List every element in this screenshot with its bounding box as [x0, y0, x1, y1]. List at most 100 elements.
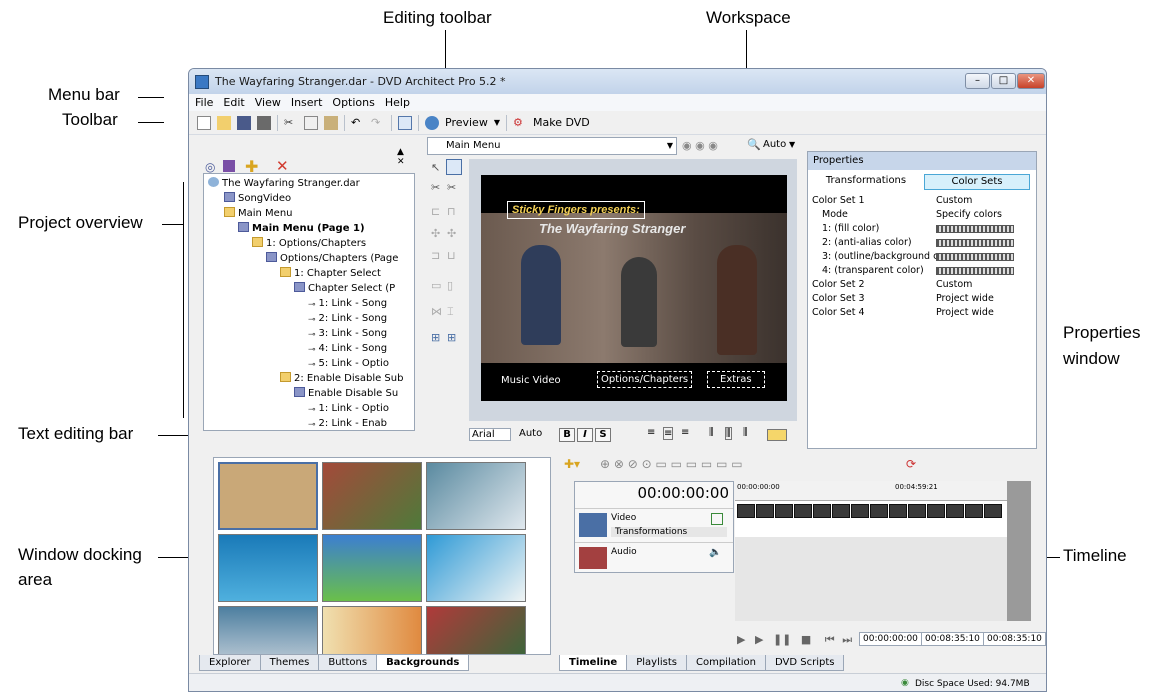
- play-from-start-icon[interactable]: ▶: [737, 633, 745, 646]
- video-frame[interactable]: [965, 504, 983, 518]
- video-frame[interactable]: [756, 504, 774, 518]
- video-frame[interactable]: [737, 504, 755, 518]
- center-v-icon[interactable]: ✣: [447, 227, 456, 240]
- video-frame[interactable]: [775, 504, 793, 518]
- align-bottom-icon[interactable]: ⊔: [447, 249, 456, 262]
- tree-item[interactable]: ⊸ 2: Link - Song: [208, 311, 410, 326]
- video-frame[interactable]: [889, 504, 907, 518]
- background-thumbnail[interactable]: [426, 462, 526, 530]
- align-center-text-icon[interactable]: ≡: [663, 427, 674, 440]
- video-frame[interactable]: [908, 504, 926, 518]
- zoom-select[interactable]: Auto: [763, 139, 786, 150]
- space-h-icon[interactable]: ⋈: [431, 305, 442, 318]
- same-width-icon[interactable]: ▭: [431, 279, 441, 292]
- tree-item[interactable]: The Wayfaring Stranger.dar: [208, 176, 410, 191]
- tree-item[interactable]: Main Menu (Page 1): [208, 221, 410, 236]
- prev-icon[interactable]: ⏮: [825, 633, 835, 646]
- same-height-icon[interactable]: ▯: [447, 279, 453, 292]
- save-icon[interactable]: [237, 115, 251, 130]
- center-h-icon[interactable]: ✣: [431, 227, 440, 240]
- property-row[interactable]: 1: (fill color): [808, 222, 1036, 236]
- timeline-refresh-icon[interactable]: ⟳: [906, 457, 916, 471]
- paste-icon[interactable]: [324, 115, 338, 130]
- tab-explorer[interactable]: Explorer: [199, 655, 261, 671]
- redo-icon[interactable]: ↷: [371, 116, 385, 130]
- color-swatch[interactable]: [936, 252, 1014, 261]
- timeline-tools-icon[interactable]: ⊕ ⊗ ⊘ ⊙ ▭ ▭ ▭ ▭ ▭ ▭: [600, 457, 743, 471]
- valign-icon[interactable]: ⫼: [709, 427, 714, 438]
- menu-edit[interactable]: Edit: [223, 96, 244, 109]
- target-icon[interactable]: ◎: [205, 160, 215, 174]
- minimize-button[interactable]: –: [965, 73, 990, 89]
- tree-item[interactable]: Main Menu: [208, 206, 410, 221]
- property-row[interactable]: Mode Specify colors: [808, 208, 1036, 222]
- background-thumbnail[interactable]: [322, 534, 422, 602]
- video-frame[interactable]: [870, 504, 888, 518]
- background-thumbnail[interactable]: [218, 534, 318, 602]
- tree-item[interactable]: ⊸ 5: Link - Optio: [208, 356, 410, 371]
- background-thumbnail[interactable]: [322, 606, 422, 654]
- speaker-icon[interactable]: 🔈: [709, 547, 721, 558]
- align-right-text-icon[interactable]: ≡: [681, 427, 689, 438]
- workspace-canvas[interactable]: Sticky Fingers presents: The Wayfaring S…: [469, 159, 797, 421]
- menu-options[interactable]: Options: [332, 96, 374, 109]
- align-left-text-icon[interactable]: ≡: [647, 427, 655, 438]
- menu-view[interactable]: View: [255, 96, 281, 109]
- video-frame[interactable]: [927, 504, 945, 518]
- tree-item[interactable]: ⊸ 4: Link - Song: [208, 341, 410, 356]
- property-row[interactable]: 4: (transparent color): [808, 264, 1036, 278]
- tab-transformations[interactable]: Transformations: [814, 174, 918, 190]
- background-thumbnail[interactable]: [218, 462, 318, 530]
- preview-dropdown-icon[interactable]: ▼: [494, 118, 500, 127]
- preview-icon[interactable]: [425, 115, 439, 130]
- color-swatch[interactable]: [936, 224, 1014, 233]
- open-icon[interactable]: [217, 115, 231, 130]
- background-thumbnail[interactable]: [426, 534, 526, 602]
- video-frame[interactable]: [832, 504, 850, 518]
- next-icon[interactable]: ⏭: [842, 633, 852, 646]
- menu-icon[interactable]: [223, 160, 235, 172]
- play-icon[interactable]: ▶: [755, 633, 763, 646]
- color-swatch[interactable]: [936, 238, 1014, 247]
- zoom-dropdown-icon[interactable]: ▼: [789, 140, 795, 149]
- menu-file[interactable]: File: [195, 96, 213, 109]
- video-frame[interactable]: [794, 504, 812, 518]
- align-right-icon[interactable]: ⊐: [431, 249, 440, 262]
- scissors-alt-icon[interactable]: ✂: [447, 181, 456, 194]
- undo-icon[interactable]: ↶: [351, 116, 365, 130]
- italic-button[interactable]: I: [577, 428, 593, 442]
- copy-icon[interactable]: [304, 115, 318, 130]
- video-frame[interactable]: [851, 504, 869, 518]
- preview-button[interactable]: Preview: [445, 116, 488, 129]
- background-thumbnail[interactable]: [426, 606, 526, 654]
- edit-mode-icon[interactable]: [398, 115, 412, 130]
- tab-dvd-scripts[interactable]: DVD Scripts: [765, 655, 845, 671]
- video-frame[interactable]: [946, 504, 964, 518]
- align-left-icon[interactable]: ⊏: [431, 205, 440, 218]
- tree-item[interactable]: ⊸ 3: Link - Song: [208, 326, 410, 341]
- video-frame[interactable]: [813, 504, 831, 518]
- property-row[interactable]: Color Set 4 Project wide: [808, 306, 1036, 320]
- menu-button-music-video[interactable]: Music Video: [501, 375, 561, 386]
- tree-item[interactable]: 1: Options/Chapters: [208, 236, 410, 251]
- align-top-icon[interactable]: ⊓: [447, 205, 456, 218]
- tab-backgrounds[interactable]: Backgrounds: [376, 655, 470, 671]
- video-track-toggle[interactable]: [711, 513, 723, 525]
- workspace-menu-select[interactable]: Main Menu ▼: [427, 137, 677, 155]
- stop-icon[interactable]: ■: [801, 633, 811, 646]
- tab-buttons[interactable]: Buttons: [318, 655, 378, 671]
- tab-timeline[interactable]: Timeline: [559, 655, 628, 671]
- menu-button-options[interactable]: Options/Chapters: [597, 371, 693, 388]
- tree-item[interactable]: Options/Chapters (Page: [208, 251, 410, 266]
- bold-button[interactable]: B: [559, 428, 575, 442]
- tree-item[interactable]: 2: Enable Disable Sub: [208, 371, 410, 386]
- timeline-area[interactable]: 00:00:00:00 00:04:59:21: [735, 481, 1031, 621]
- tab-compilation[interactable]: Compilation: [685, 655, 767, 671]
- menu-title[interactable]: The Wayfaring Stranger: [539, 221, 685, 236]
- make-dvd-button[interactable]: Make DVD: [533, 116, 590, 129]
- nav-up-icon[interactable]: ◉ ◉ ◉: [682, 139, 718, 152]
- tree-item[interactable]: ⊸ 1: Link - Optio: [208, 401, 410, 416]
- properties-icon[interactable]: [257, 115, 271, 130]
- tree-item[interactable]: Chapter Select (P: [208, 281, 410, 296]
- cut-icon[interactable]: ✂: [284, 116, 298, 130]
